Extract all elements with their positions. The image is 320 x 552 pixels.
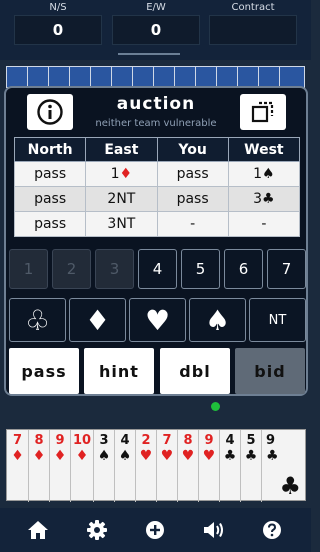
home-icon [28,521,48,539]
level-3-button[interactable]: 3 [95,249,134,289]
hearts-button[interactable]: ♥ [129,298,186,342]
bid-cell: 1♦ [85,161,158,187]
card-10-diamonds[interactable]: 10 ♦ [70,430,93,502]
auction-table: North East You West pass 1♦ pass 1♠ pass… [13,137,301,237]
card-4-spades[interactable]: 4 ♠ [114,430,135,502]
vulnerability-text: neither team vulnerable [95,118,217,129]
spade-icon: ♠ [262,166,275,182]
rotate-icon [251,101,274,123]
sound-icon [204,522,223,538]
card-7-diamonds[interactable]: 7 ♦ [7,430,28,502]
bid-cell: 2NT [85,186,158,212]
header-east: East [85,137,158,162]
header-you: You [156,137,229,162]
club-icon: ♣ [223,448,237,464]
spade-icon: ♠ [118,448,132,464]
pass-button[interactable]: pass [9,348,79,394]
clubs-button[interactable]: ♧ [9,298,66,342]
diamond-icon: ♦ [32,448,46,464]
heart-icon: ♥ [139,448,153,464]
bottom-toolbar [0,508,311,552]
auction-title: auction [116,94,196,114]
turn-indicator [211,402,220,411]
player-hand: 7 ♦ 8 ♦ 9 ♦ 10 ♦ 3 ♠ 4 ♠ 2 ♥ 7 ♥ 8 ♥ 9 ♥ 4 ♣ 5 ♣ 9 ♣ ♣ [6,429,306,502]
bid-cell: 1♠ [227,161,301,187]
card-2-hearts[interactable]: 2 ♥ [135,430,156,502]
spade-icon: ♠ [204,303,231,337]
header-west: West [227,137,301,162]
card-8-diamonds[interactable]: 8 ♦ [28,430,49,502]
diamonds-button[interactable]: ♦ [69,298,126,342]
bid-cell: - [227,211,301,237]
settings-button[interactable] [84,517,110,543]
card-9-diamonds[interactable]: 9 ♦ [49,430,70,502]
diamond-icon: ♦ [53,448,67,464]
bid-cell: pass [156,186,229,212]
level-7-button[interactable]: 7 [267,249,306,289]
level-4-button[interactable]: 4 [138,249,177,289]
bid-cell: - [156,211,229,237]
card-3-spades[interactable]: 3 ♠ [93,430,114,502]
double-button[interactable]: dbl [160,348,230,394]
diamond-icon: ♦ [84,303,111,337]
bid-cell: pass [13,211,87,237]
score-underline [118,53,180,55]
club-icon: ♣ [244,448,258,464]
partner-card-backs [6,66,305,89]
heart-icon: ♥ [144,303,171,337]
card-8-hearts[interactable]: 8 ♥ [177,430,198,502]
club-icon: ♧ [24,303,51,337]
score-bar: N/S 0 E/W 0 Contract [0,0,311,60]
sound-button[interactable] [201,517,227,543]
card-9-hearts[interactable]: 9 ♥ [198,430,219,502]
card-7-hearts[interactable]: 7 ♥ [156,430,177,502]
notrump-button[interactable]: NT [249,298,306,342]
level-2-button[interactable]: 2 [52,249,91,289]
spade-icon: ♠ [97,448,111,464]
club-icon: ♣ [266,448,279,464]
club-icon: ♣ [262,191,275,207]
heart-icon: ♥ [181,448,195,464]
home-button[interactable] [25,517,51,543]
new-game-button[interactable] [142,517,168,543]
bid-cell: pass [156,161,229,187]
help-button[interactable] [259,517,285,543]
ew-score: E/W 0 [112,0,200,45]
card-4-clubs[interactable]: 4 ♣ [219,430,240,502]
diamond-icon: ♦ [11,448,24,464]
rotate-button[interactable] [240,94,286,130]
diamond-icon: ♦ [75,448,89,464]
auction-row: pass 1♦ pass 1♠ [13,161,301,187]
auction-header-row: North East You West [13,137,301,162]
auction-row: pass 3NT - - [13,211,301,237]
help-icon [263,521,281,539]
settings-icon [87,520,107,540]
hint-button[interactable]: hint [84,348,154,394]
add-icon [146,521,164,539]
info-icon [37,99,63,125]
card-5-clubs[interactable]: 5 ♣ [240,430,261,502]
header-north: North [13,137,87,162]
spades-button[interactable]: ♠ [189,298,246,342]
ns-score: N/S 0 [14,0,102,45]
heart-icon: ♥ [160,448,174,464]
auction-panel: auction neither team vulnerable North Ea… [4,86,308,396]
auction-row: pass 2NT pass 3♣ [13,186,301,212]
bid-cell: 3♣ [227,186,301,212]
heart-icon: ♥ [202,448,216,464]
diamond-icon: ♦ [119,166,133,182]
bid-button[interactable]: bid [235,348,305,394]
level-6-button[interactable]: 6 [224,249,263,289]
club-icon: ♣ [279,472,301,500]
card-9-clubs[interactable]: 9 ♣ ♣ [261,430,305,502]
bid-cell: pass [13,161,87,187]
level-1-button[interactable]: 1 [9,249,48,289]
level-5-button[interactable]: 5 [181,249,220,289]
bid-cell: 3NT [85,211,158,237]
bid-cell: pass [13,186,87,212]
contract-display: Contract [209,0,297,45]
